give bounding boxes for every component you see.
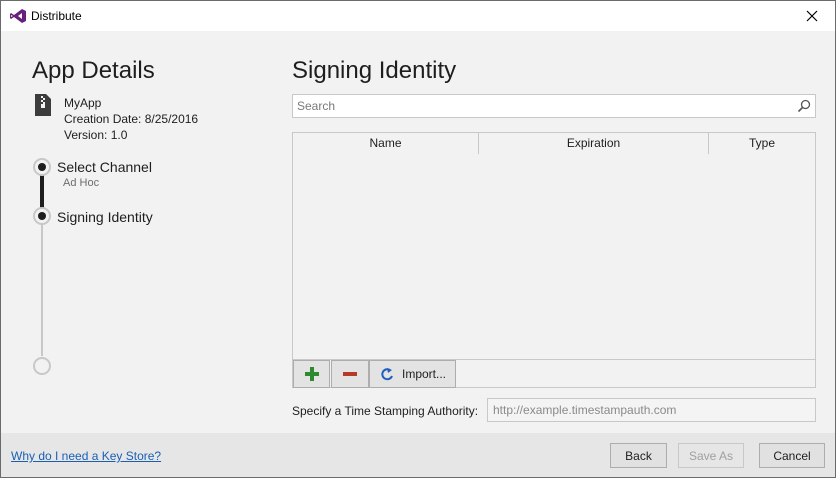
- footer-bar: Why do I need a Key Store? Back Save As …: [1, 433, 835, 477]
- signing-identity-title: Signing Identity: [292, 57, 457, 84]
- title-bar: Distribute: [1, 1, 835, 31]
- close-button[interactable]: [789, 1, 835, 31]
- search-icon[interactable]: [797, 99, 811, 113]
- app-name: MyApp: [64, 96, 102, 110]
- identity-toolbar: Import...: [292, 360, 816, 388]
- import-button-label: Import...: [402, 367, 447, 381]
- step-dot-final: [33, 357, 51, 375]
- app-details-title: App Details: [32, 57, 155, 84]
- window-title: Distribute: [31, 9, 82, 23]
- step-label-select-channel: Select Channel: [57, 159, 152, 175]
- zip-file-icon: [35, 94, 51, 116]
- signing-identity-table: Name Expiration Type: [292, 132, 816, 360]
- tsa-label: Specify a Time Stamping Authority:: [292, 404, 479, 418]
- creation-date: Creation Date: 8/25/2016: [64, 112, 199, 126]
- app-details-panel: App Details MyApp Creation Date: 8/25/20…: [1, 31, 277, 433]
- step-dot-select-channel: [33, 158, 51, 176]
- step-dot-signing-identity: [33, 207, 51, 225]
- app-meta: MyApp Creation Date: 8/25/2016 Version: …: [64, 95, 198, 143]
- search-box: [292, 94, 816, 118]
- tsa-url-field[interactable]: [487, 398, 816, 422]
- close-icon: [806, 10, 818, 22]
- key-store-help-link[interactable]: Why do I need a Key Store?: [11, 449, 161, 463]
- step-label-signing-identity: Signing Identity: [57, 209, 153, 225]
- step-sub-select-channel: Ad Hoc: [63, 177, 100, 189]
- back-button[interactable]: Back: [610, 443, 667, 468]
- column-header-type[interactable]: Type: [709, 133, 815, 154]
- remove-identity-button[interactable]: [331, 360, 369, 388]
- table-header: Name Expiration Type: [293, 133, 815, 154]
- add-identity-button[interactable]: [293, 360, 330, 388]
- app-version: Version: 1.0: [64, 128, 128, 142]
- column-header-expiration[interactable]: Expiration: [479, 133, 709, 154]
- column-header-name[interactable]: Name: [293, 133, 479, 154]
- import-icon: [381, 368, 393, 381]
- search-input[interactable]: [293, 95, 783, 117]
- import-button[interactable]: Import...: [369, 360, 456, 388]
- plus-icon: [304, 367, 319, 381]
- save-as-button[interactable]: Save As: [678, 443, 744, 468]
- distribute-window: Distribute App Details MyApp Creation Da…: [0, 0, 836, 478]
- cancel-button[interactable]: Cancel: [759, 443, 825, 468]
- minus-icon: [343, 372, 357, 376]
- visual-studio-icon: [10, 9, 26, 23]
- progress-line-remaining: [41, 223, 43, 356]
